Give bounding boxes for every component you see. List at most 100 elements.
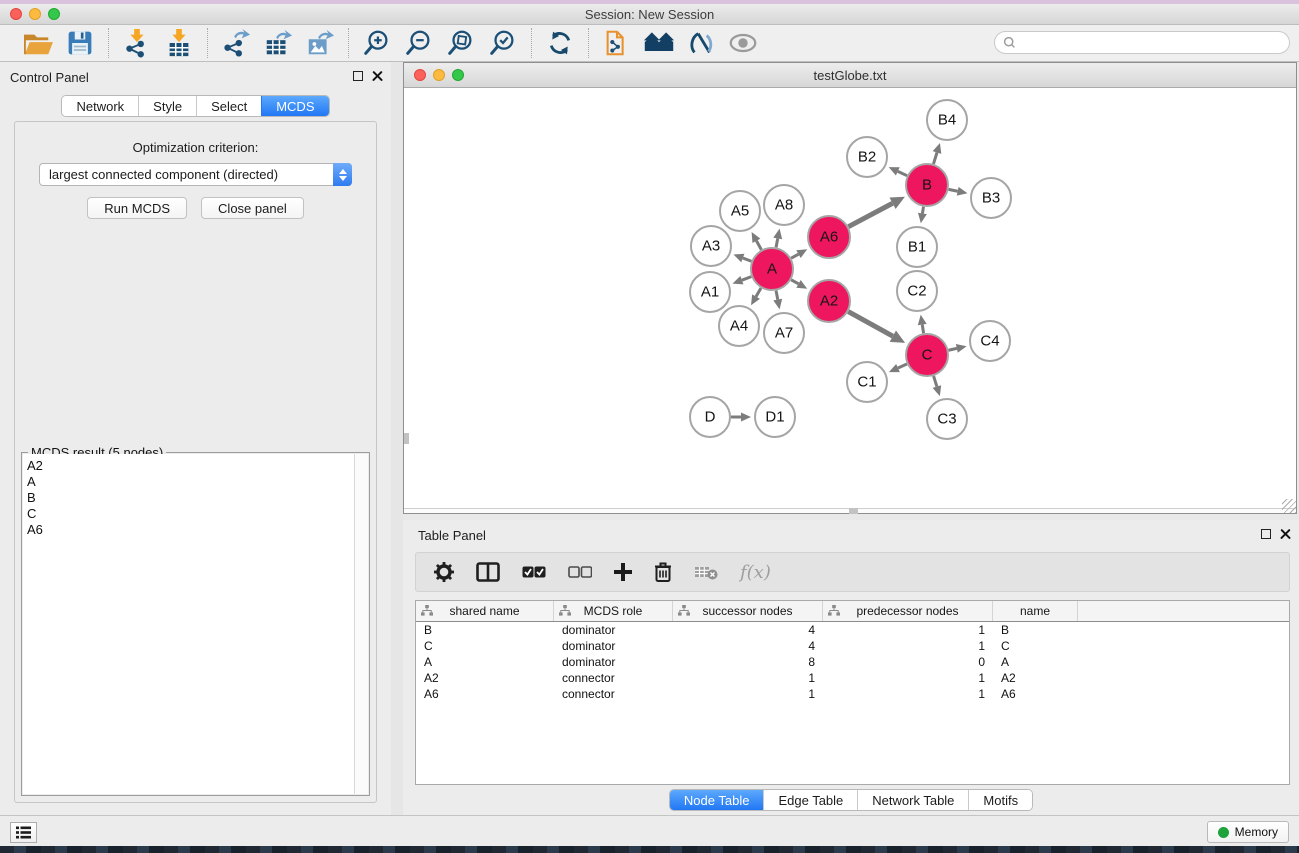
deselect-all-icon[interactable] xyxy=(568,566,592,578)
column-view-icon[interactable] xyxy=(476,562,500,582)
session-document-icon[interactable] xyxy=(601,28,633,58)
table-cell[interactable]: dominator xyxy=(554,623,673,637)
select-all-icon[interactable] xyxy=(522,566,546,578)
refresh-icon[interactable] xyxy=(544,28,576,58)
edge-A6-B[interactable] xyxy=(848,203,892,226)
edge-A2-C[interactable] xyxy=(848,312,893,337)
tab-network[interactable]: Network xyxy=(62,96,138,116)
close-panel-button[interactable]: Close panel xyxy=(201,197,304,219)
edge-A-A8[interactable] xyxy=(776,238,778,247)
table-cell[interactable]: dominator xyxy=(554,639,673,653)
table-row[interactable]: Cdominator41C xyxy=(416,638,1289,654)
import-table-icon[interactable] xyxy=(163,28,195,58)
tab-select[interactable]: Select xyxy=(196,96,261,116)
network-window-titlebar[interactable]: testGlobe.txt xyxy=(404,63,1296,88)
tab-node-table[interactable]: Node Table xyxy=(670,790,764,810)
table-cell[interactable]: A xyxy=(993,655,1078,669)
result-item[interactable]: B xyxy=(27,490,354,506)
horizontal-scrollbar[interactable] xyxy=(404,508,1296,513)
table-cell[interactable]: 1 xyxy=(823,671,993,685)
table-cell[interactable]: 1 xyxy=(673,671,823,685)
column-header-MCDS-role[interactable]: MCDS role xyxy=(554,601,673,621)
table-row[interactable]: Bdominator41B xyxy=(416,622,1289,638)
table-cell[interactable]: 4 xyxy=(673,639,823,653)
export-network-icon[interactable] xyxy=(220,28,252,58)
table-cell[interactable]: 1 xyxy=(823,687,993,701)
table-cell[interactable]: A xyxy=(416,655,554,669)
table-cell[interactable]: A2 xyxy=(993,671,1078,685)
table-cell[interactable]: 1 xyxy=(823,639,993,653)
column-header-shared-name[interactable]: shared name xyxy=(416,601,554,621)
tab-style[interactable]: Style xyxy=(138,96,196,116)
home-view-icon[interactable] xyxy=(643,28,675,58)
table-row[interactable]: Adominator80A xyxy=(416,654,1289,670)
save-session-icon[interactable] xyxy=(64,28,96,58)
table-cell[interactable]: A6 xyxy=(416,687,554,701)
edge-A-A4[interactable] xyxy=(756,288,761,297)
table-cell[interactable]: dominator xyxy=(554,655,673,669)
network-graph[interactable]: B4B2BB3A8A5A6A3B1AC2A1A2A4A7C4CC1C3DD1 xyxy=(404,88,1296,508)
edge-B-B3[interactable] xyxy=(949,189,958,191)
open-session-icon[interactable] xyxy=(22,28,54,58)
panel-splitter[interactable] xyxy=(391,62,403,815)
tab-motifs[interactable]: Motifs xyxy=(968,790,1032,810)
table-cell[interactable]: connector xyxy=(554,671,673,685)
edge-B-B2[interactable] xyxy=(898,171,907,175)
result-item[interactable]: C xyxy=(27,506,354,522)
close-panel-icon[interactable] xyxy=(372,70,383,81)
search-input[interactable] xyxy=(1021,36,1289,50)
window-resize-grip[interactable] xyxy=(1282,499,1296,513)
table-cell[interactable]: 8 xyxy=(673,655,823,669)
table-cell[interactable]: B xyxy=(993,623,1078,637)
tab-network-table[interactable]: Network Table xyxy=(857,790,968,810)
tab-mcds[interactable]: MCDS xyxy=(261,96,328,116)
zoom-in-icon[interactable] xyxy=(361,28,393,58)
export-table-icon[interactable] xyxy=(262,28,294,58)
edge-A-A7[interactable] xyxy=(776,291,778,300)
edge-A-A3[interactable] xyxy=(743,258,752,261)
network-canvas[interactable]: B4B2BB3A8A5A6A3B1AC2A1A2A4A7C4CC1C3DD1 xyxy=(404,88,1296,508)
table-cell[interactable]: 4 xyxy=(673,623,823,637)
edge-C-C3[interactable] xyxy=(934,376,937,387)
task-history-button[interactable] xyxy=(10,822,37,843)
table-cell[interactable]: B xyxy=(416,623,554,637)
column-header-predecessor-nodes[interactable]: predecessor nodes xyxy=(823,601,993,621)
close-table-panel-icon[interactable] xyxy=(1280,528,1291,539)
show-hide-graphics-details-icon[interactable] xyxy=(685,28,717,58)
result-scrollbar[interactable] xyxy=(354,454,368,794)
edge-C-C1[interactable] xyxy=(898,364,907,368)
edge-C-C4[interactable] xyxy=(948,348,956,350)
delete-column-icon[interactable] xyxy=(654,562,672,582)
optimization-criterion-dropdown[interactable]: largest connected component (directed) xyxy=(39,163,352,186)
table-cell[interactable]: A6 xyxy=(993,687,1078,701)
zoom-out-icon[interactable] xyxy=(403,28,435,58)
edge-B-B1[interactable] xyxy=(922,207,923,214)
table-cell[interactable]: C xyxy=(993,639,1078,653)
result-item[interactable]: A2 xyxy=(27,458,354,474)
table-settings-gear-icon[interactable] xyxy=(434,562,454,582)
horizontal-scroll-thumb[interactable] xyxy=(849,508,858,514)
result-item[interactable]: A6 xyxy=(27,522,354,538)
search-field[interactable] xyxy=(994,31,1290,54)
result-item[interactable]: A xyxy=(27,474,354,490)
table-row[interactable]: A6connector11A6 xyxy=(416,686,1289,702)
zoom-fit-icon[interactable] xyxy=(445,28,477,58)
tab-edge-table[interactable]: Edge Table xyxy=(763,790,857,810)
edge-B-B4[interactable] xyxy=(933,152,937,163)
edge-A-A5[interactable] xyxy=(756,241,761,250)
edge-A-A2[interactable] xyxy=(791,280,798,284)
table-cell[interactable]: C xyxy=(416,639,554,653)
zoom-selected-icon[interactable] xyxy=(487,28,519,58)
float-panel-icon[interactable] xyxy=(353,71,363,81)
table-cell[interactable]: connector xyxy=(554,687,673,701)
export-image-icon[interactable] xyxy=(304,28,336,58)
memory-button[interactable]: Memory xyxy=(1207,821,1289,843)
run-mcds-button[interactable]: Run MCDS xyxy=(87,197,187,219)
add-column-icon[interactable] xyxy=(614,563,632,581)
table-cell[interactable]: A2 xyxy=(416,671,554,685)
table-row[interactable]: A2connector11A2 xyxy=(416,670,1289,686)
column-header-successor-nodes[interactable]: successor nodes xyxy=(673,601,823,621)
table-cell[interactable]: 1 xyxy=(673,687,823,701)
import-network-icon[interactable] xyxy=(121,28,153,58)
edge-A-A6[interactable] xyxy=(791,254,798,258)
